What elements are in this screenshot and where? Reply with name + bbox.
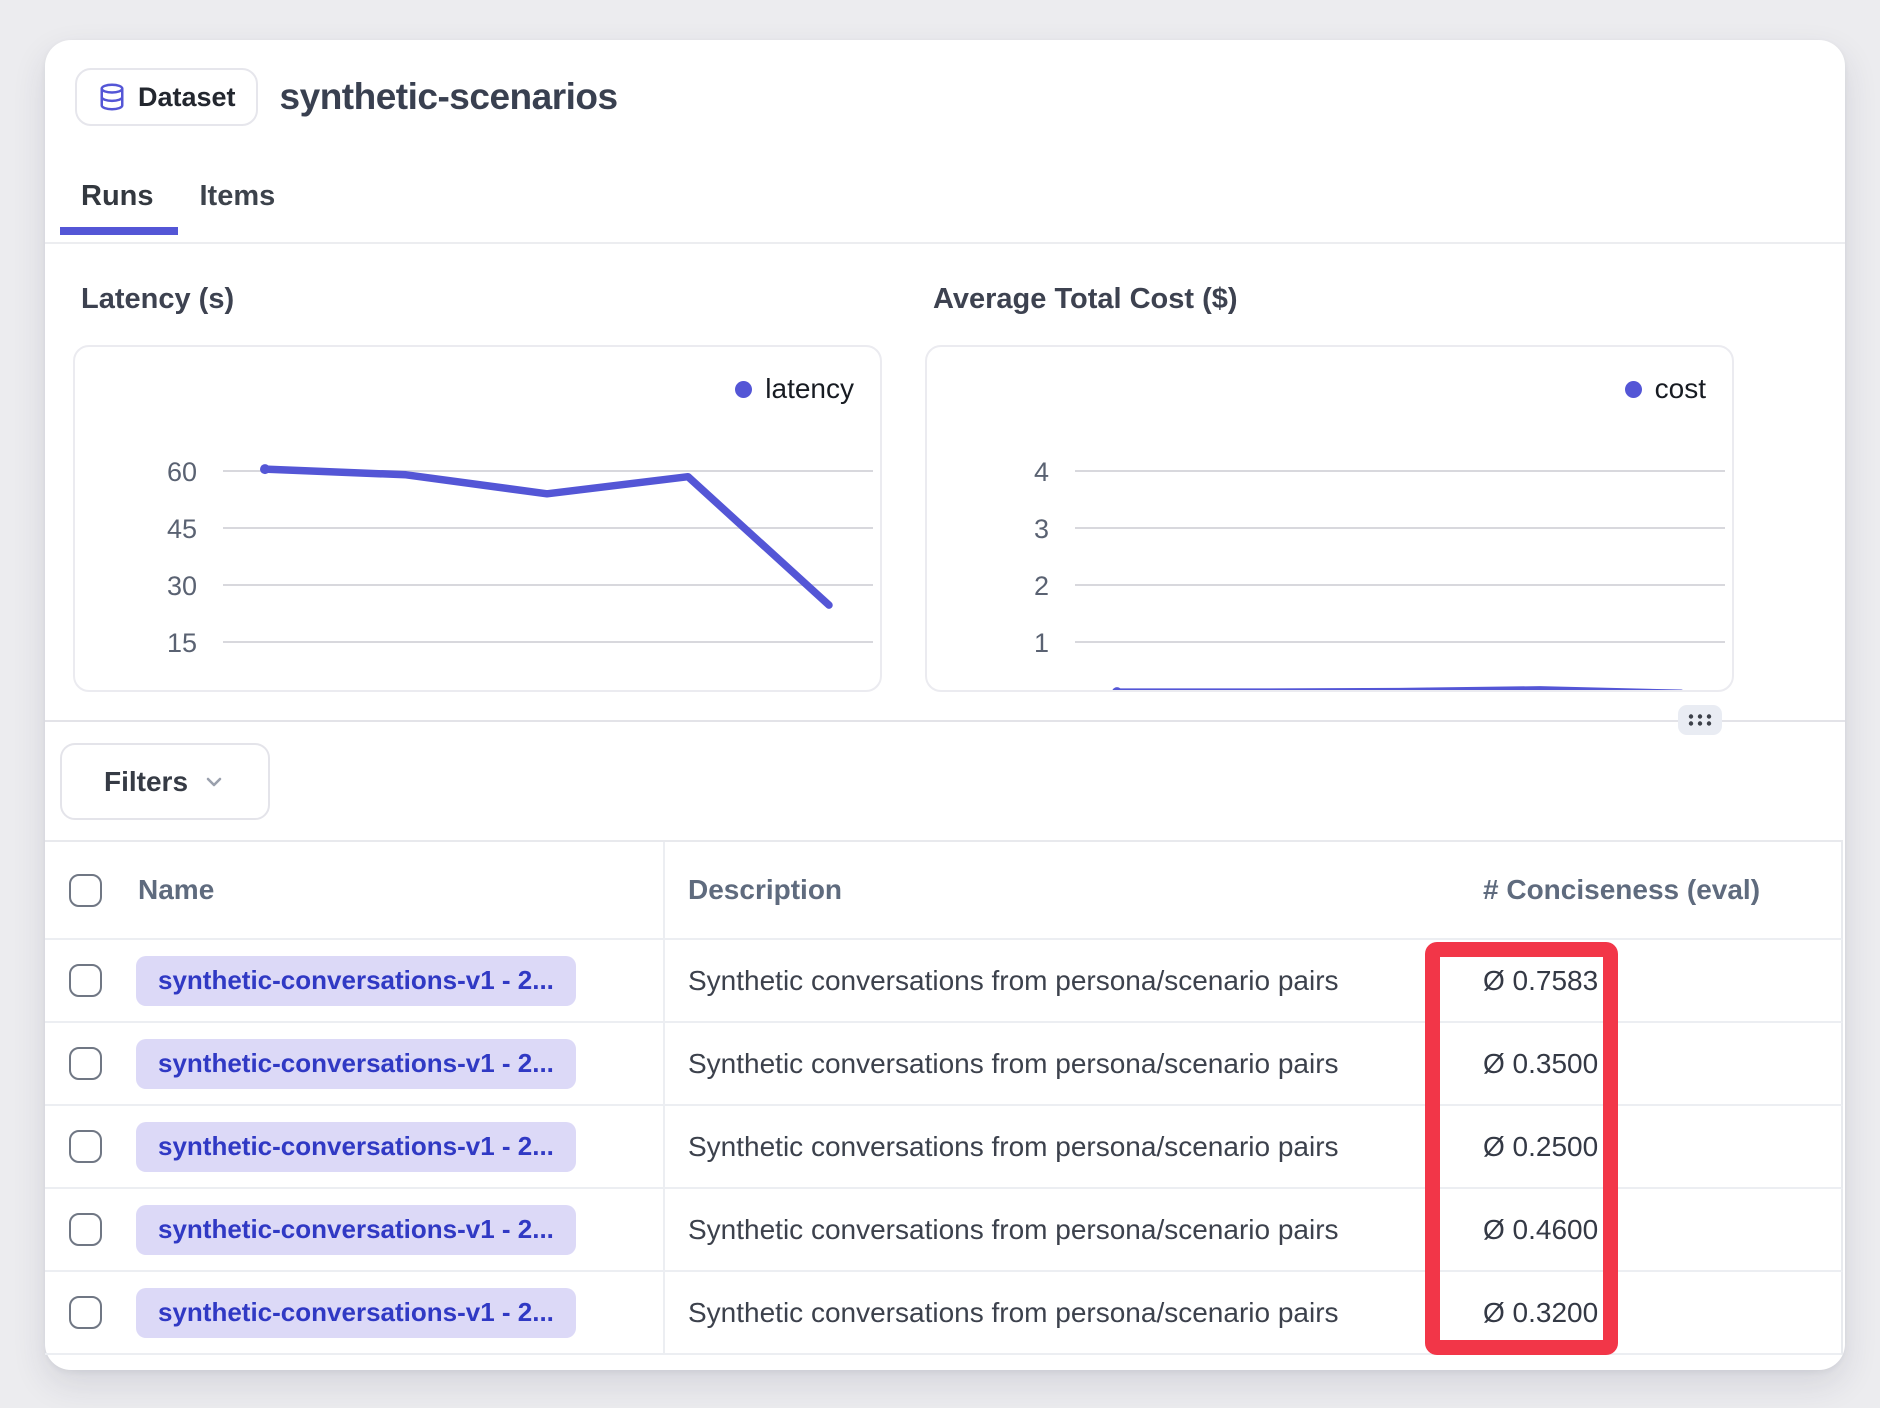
select-all-checkbox[interactable]	[69, 874, 102, 907]
filters-button[interactable]: Filters	[60, 743, 270, 820]
run-description: Synthetic conversations from persona/sce…	[688, 965, 1339, 997]
tab-items[interactable]: Items	[200, 180, 276, 231]
table-row[interactable]: synthetic-conversations-v1 - 2... Synthe…	[45, 1189, 1843, 1272]
page-header: Dataset synthetic-scenarios	[75, 68, 618, 126]
table-row[interactable]: synthetic-conversations-v1 - 2... Synthe…	[45, 1023, 1843, 1106]
run-description: Synthetic conversations from persona/sce…	[688, 1048, 1339, 1080]
svg-text:1: 1	[1034, 628, 1049, 658]
svg-text:60: 60	[167, 457, 197, 487]
run-name-link[interactable]: synthetic-conversations-v1 - 2...	[136, 1288, 576, 1338]
latency-chart: 60 45 30 15 latency	[73, 345, 882, 692]
table-row[interactable]: synthetic-conversations-v1 - 2... Synthe…	[45, 1272, 1843, 1355]
run-name-link[interactable]: synthetic-conversations-v1 - 2...	[136, 1039, 576, 1089]
cost-legend: cost	[1625, 373, 1706, 405]
badge-label: Dataset	[138, 82, 236, 113]
run-description: Synthetic conversations from persona/sce…	[688, 1214, 1339, 1246]
svg-text:15: 15	[167, 628, 197, 658]
tab-runs[interactable]: Runs	[81, 180, 154, 231]
cost-line-plot: 4 3 2 1	[927, 347, 1732, 690]
table-header-row: Name Description # Conciseness (eval)	[45, 840, 1843, 940]
svg-text:3: 3	[1034, 514, 1049, 544]
row-checkbox[interactable]	[69, 1296, 102, 1329]
conciseness-value: Ø 0.3200	[1483, 1297, 1598, 1329]
dataset-card: Dataset synthetic-scenarios Runs Items L…	[45, 40, 1845, 1370]
row-checkbox[interactable]	[69, 964, 102, 997]
charts-section-divider	[45, 720, 1845, 722]
conciseness-value: Ø 0.7583	[1483, 965, 1598, 997]
cost-chart: 4 3 2 1 cost	[925, 345, 1734, 692]
drag-handle[interactable]	[1678, 705, 1722, 735]
svg-text:30: 30	[167, 571, 197, 601]
latency-chart-title: Latency (s)	[81, 283, 234, 316]
table-row[interactable]: synthetic-conversations-v1 - 2... Synthe…	[45, 940, 1843, 1023]
svg-text:45: 45	[167, 514, 197, 544]
runs-table: Name Description # Conciseness (eval) sy…	[45, 840, 1845, 1355]
database-icon	[97, 82, 127, 112]
cost-chart-title: Average Total Cost ($)	[933, 283, 1238, 316]
dataset-badge: Dataset	[75, 68, 258, 126]
conciseness-value: Ø 0.4600	[1483, 1214, 1598, 1246]
conciseness-value: Ø 0.2500	[1483, 1131, 1598, 1163]
chevron-down-icon	[202, 770, 226, 794]
run-description: Synthetic conversations from persona/sce…	[688, 1131, 1339, 1163]
column-header-conciseness[interactable]: # Conciseness (eval)	[1483, 874, 1760, 906]
row-checkbox[interactable]	[69, 1213, 102, 1246]
conciseness-value: Ø 0.3500	[1483, 1048, 1598, 1080]
latency-legend-dot-icon	[735, 381, 752, 398]
latency-legend: latency	[735, 373, 854, 405]
active-tab-indicator	[60, 227, 178, 235]
row-checkbox[interactable]	[69, 1130, 102, 1163]
cost-legend-dot-icon	[1625, 381, 1642, 398]
table-row[interactable]: synthetic-conversations-v1 - 2... Synthe…	[45, 1106, 1843, 1189]
run-name-link[interactable]: synthetic-conversations-v1 - 2...	[136, 1122, 576, 1172]
svg-text:2: 2	[1034, 571, 1049, 601]
run-description: Synthetic conversations from persona/sce…	[688, 1297, 1339, 1329]
column-header-description[interactable]: Description	[688, 874, 842, 906]
latency-legend-label: latency	[765, 373, 854, 405]
run-name-link[interactable]: synthetic-conversations-v1 - 2...	[136, 1205, 576, 1255]
tab-bar: Runs Items	[81, 180, 275, 231]
filters-button-label: Filters	[104, 766, 188, 798]
run-name-link[interactable]: synthetic-conversations-v1 - 2...	[136, 956, 576, 1006]
grip-dots-icon	[1687, 712, 1713, 728]
cost-legend-label: cost	[1655, 373, 1706, 405]
row-checkbox[interactable]	[69, 1047, 102, 1080]
column-header-name[interactable]: Name	[138, 874, 214, 906]
svg-text:4: 4	[1034, 457, 1049, 487]
page-title: synthetic-scenarios	[280, 76, 618, 118]
tabs-divider	[45, 242, 1845, 244]
